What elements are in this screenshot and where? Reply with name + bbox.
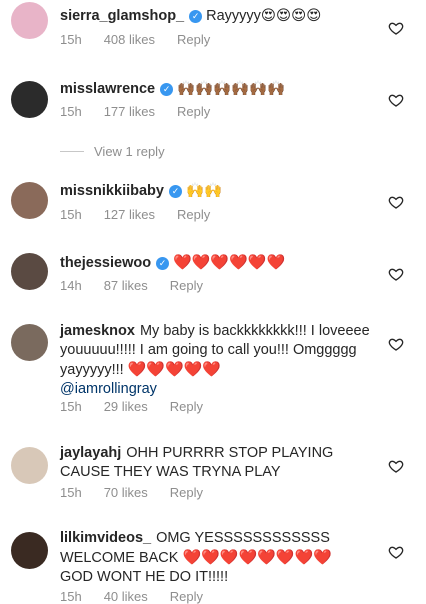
mention-link[interactable]: @iamrollingray xyxy=(60,381,157,397)
username[interactable]: jaylayahj xyxy=(60,445,121,461)
verified-icon: ✓ xyxy=(160,83,174,96)
comment-meta: 15h 70 likes Reply xyxy=(60,485,225,500)
timestamp: 14h xyxy=(60,278,82,293)
username[interactable]: lilkimvideos_ xyxy=(60,530,151,546)
heart-icon[interactable] xyxy=(388,544,404,560)
comment-body: Rayyyyy xyxy=(206,8,261,24)
comment-meta: 15h 408 likes Reply xyxy=(60,32,232,47)
avatar[interactable] xyxy=(11,324,48,361)
comment-meta: 14h 87 likes Reply xyxy=(60,278,225,293)
reply-button[interactable]: Reply xyxy=(170,278,203,293)
comment-meta: 15h 40 likes Reply xyxy=(60,589,225,604)
comment-meta: 15h 127 likes Reply xyxy=(60,207,232,222)
reply-button[interactable]: Reply xyxy=(170,485,203,500)
likes-count[interactable]: 177 likes xyxy=(104,104,155,119)
timestamp: 15h xyxy=(60,207,82,222)
reply-button[interactable]: Reply xyxy=(177,207,210,222)
comment-emoji: 🙌🙌 xyxy=(185,183,223,199)
likes-count[interactable]: 408 likes xyxy=(104,32,155,47)
comment-emoji: ❤️❤️❤️❤️❤️ xyxy=(127,360,222,378)
reply-button[interactable]: Reply xyxy=(170,399,203,414)
likes-count[interactable]: 70 likes xyxy=(104,485,148,500)
comment-text: thejessiewoo ✓ ❤️❤️❤️❤️❤️❤️ xyxy=(60,253,380,273)
comment-text: lilkimvideos_ OMG YESSSSSSSSSSSS WELCOME … xyxy=(60,529,375,587)
reply-button[interactable]: Reply xyxy=(177,104,210,119)
comment-text: jamesknox My baby is backkkkkkkk!!! I lov… xyxy=(60,322,375,399)
verified-icon: ✓ xyxy=(156,257,170,270)
avatar[interactable] xyxy=(11,447,48,484)
comment-text: jaylayahj OHH PURRRR STOP PLAYING CAUSE T… xyxy=(60,444,375,482)
comment-emoji: ❤️❤️❤️❤️❤️❤️ xyxy=(173,253,286,271)
timestamp: 15h xyxy=(60,485,82,500)
timestamp: 15h xyxy=(60,399,82,414)
username[interactable]: misslawrence xyxy=(60,81,155,97)
comment-body-2: GOD WONT HE DO IT!!!!! xyxy=(60,569,229,585)
comment-text: misslawrence ✓ 🙌🏾🙌🏾🙌🏾🙌🏾🙌🏾🙌🏾 xyxy=(60,80,380,99)
verified-icon: ✓ xyxy=(168,185,182,198)
heart-icon[interactable] xyxy=(388,458,404,474)
avatar[interactable] xyxy=(11,253,48,290)
heart-icon[interactable] xyxy=(388,92,404,108)
username[interactable]: missnikkiibaby xyxy=(60,183,164,199)
timestamp: 15h xyxy=(60,589,82,604)
likes-count[interactable]: 40 likes xyxy=(104,589,148,604)
timestamp: 15h xyxy=(60,104,82,119)
comment-emoji: 😍😍😍😍 xyxy=(260,8,322,24)
reply-line xyxy=(60,151,84,152)
comment-text: sierra_glamshop_ ✓ Rayyyyy😍😍😍😍 xyxy=(60,7,380,26)
comment-text: missnikkiibaby ✓ 🙌🙌 xyxy=(60,182,380,201)
heart-icon[interactable] xyxy=(388,20,404,36)
avatar[interactable] xyxy=(11,2,48,39)
heart-icon[interactable] xyxy=(388,194,404,210)
username[interactable]: sierra_glamshop_ xyxy=(60,8,184,24)
timestamp: 15h xyxy=(60,32,82,47)
heart-icon[interactable] xyxy=(388,336,404,352)
likes-count[interactable]: 127 likes xyxy=(104,207,155,222)
comment-meta: 15h 29 likes Reply xyxy=(60,399,225,414)
view-replies-label[interactable]: View 1 reply xyxy=(94,144,165,159)
comment-emoji: 🙌🏾🙌🏾🙌🏾🙌🏾🙌🏾🙌🏾 xyxy=(177,81,286,97)
heart-icon[interactable] xyxy=(388,266,404,282)
reply-button[interactable]: Reply xyxy=(177,32,210,47)
verified-icon: ✓ xyxy=(189,10,203,23)
comment-meta: 15h 177 likes Reply xyxy=(60,104,232,119)
view-replies-button[interactable]: View 1 reply xyxy=(60,144,165,159)
avatar[interactable] xyxy=(11,81,48,118)
username[interactable]: thejessiewoo xyxy=(60,255,151,271)
avatar[interactable] xyxy=(11,182,48,219)
username[interactable]: jamesknox xyxy=(60,323,135,339)
comment-emoji: ❤️❤️❤️❤️❤️❤️❤️❤️ xyxy=(182,548,332,566)
avatar[interactable] xyxy=(11,532,48,569)
reply-button[interactable]: Reply xyxy=(170,589,203,604)
likes-count[interactable]: 29 likes xyxy=(104,399,148,414)
likes-count[interactable]: 87 likes xyxy=(104,278,148,293)
